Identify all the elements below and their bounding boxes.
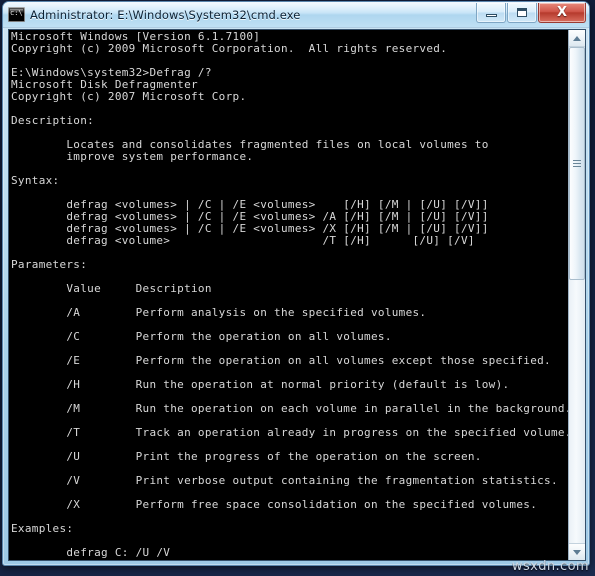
console-line: /A Perform analysis on the specified vol… [11, 306, 427, 319]
maximize-icon [517, 8, 527, 17]
console-line: Copyright (c) 2007 Microsoft Corp. [11, 90, 247, 103]
scrollbar-thumb[interactable] [569, 47, 585, 280]
console-output[interactable]: Microsoft Windows [Version 6.1.7100] Copy… [9, 30, 568, 560]
cmd-window[interactable]: Administrator: E:\Windows\System32\cmd.e… [2, 1, 590, 566]
console-line: /V Print verbose output containing the f… [11, 474, 558, 487]
console-line: Copyright (c) 2009 Microsoft Corporation… [11, 42, 448, 55]
scroll-down-button[interactable] [569, 543, 585, 560]
maximize-button[interactable] [507, 3, 537, 23]
console-line: /U Print the progress of the operation o… [11, 450, 482, 463]
cmd-icon[interactable] [8, 7, 25, 22]
console-line: defrag C: D: /M [11, 559, 568, 561]
scrollbar-grip-icon [573, 160, 581, 167]
console-line: /X Perform free space consolidation on t… [11, 498, 538, 511]
console-line: improve system performance. [11, 150, 254, 163]
window-title: Administrator: E:\Windows\System32\cmd.e… [30, 7, 301, 22]
console-line: defrag <volume> /T [/H] [/U] [/V] [11, 234, 475, 247]
console-line: /E Perform the operation on all volumes … [11, 354, 551, 367]
watermark: wsxdn.com [511, 559, 589, 574]
console-line: Syntax: [11, 174, 60, 187]
window-titlebar[interactable]: Administrator: E:\Windows\System32\cmd.e… [3, 2, 589, 28]
scrollbar-track[interactable] [569, 47, 585, 543]
console-line: /C Perform the operation on all volumes. [11, 330, 392, 343]
console-line: Value Description [11, 282, 212, 295]
console-line: /T Track an operation already in progres… [11, 426, 568, 439]
close-button[interactable]: X [538, 3, 586, 23]
minimize-icon [485, 14, 497, 17]
minimize-button[interactable] [476, 3, 506, 23]
scroll-down-arrow-icon [573, 549, 581, 555]
window-client-area: Microsoft Windows [Version 6.1.7100] Copy… [8, 29, 586, 561]
console-line: Examples: [11, 522, 74, 535]
close-icon: X [556, 5, 568, 20]
console-line: /M Run the operation on each volume in p… [11, 402, 568, 415]
scroll-up-arrow-icon [573, 35, 581, 41]
vertical-scrollbar[interactable] [568, 30, 585, 560]
window-controls: X [476, 3, 586, 23]
console-line: Parameters: [11, 258, 88, 271]
console-line: /H Run the operation at normal priority … [11, 378, 510, 391]
scroll-up-button[interactable] [569, 30, 585, 47]
console-line: Description: [11, 114, 95, 127]
